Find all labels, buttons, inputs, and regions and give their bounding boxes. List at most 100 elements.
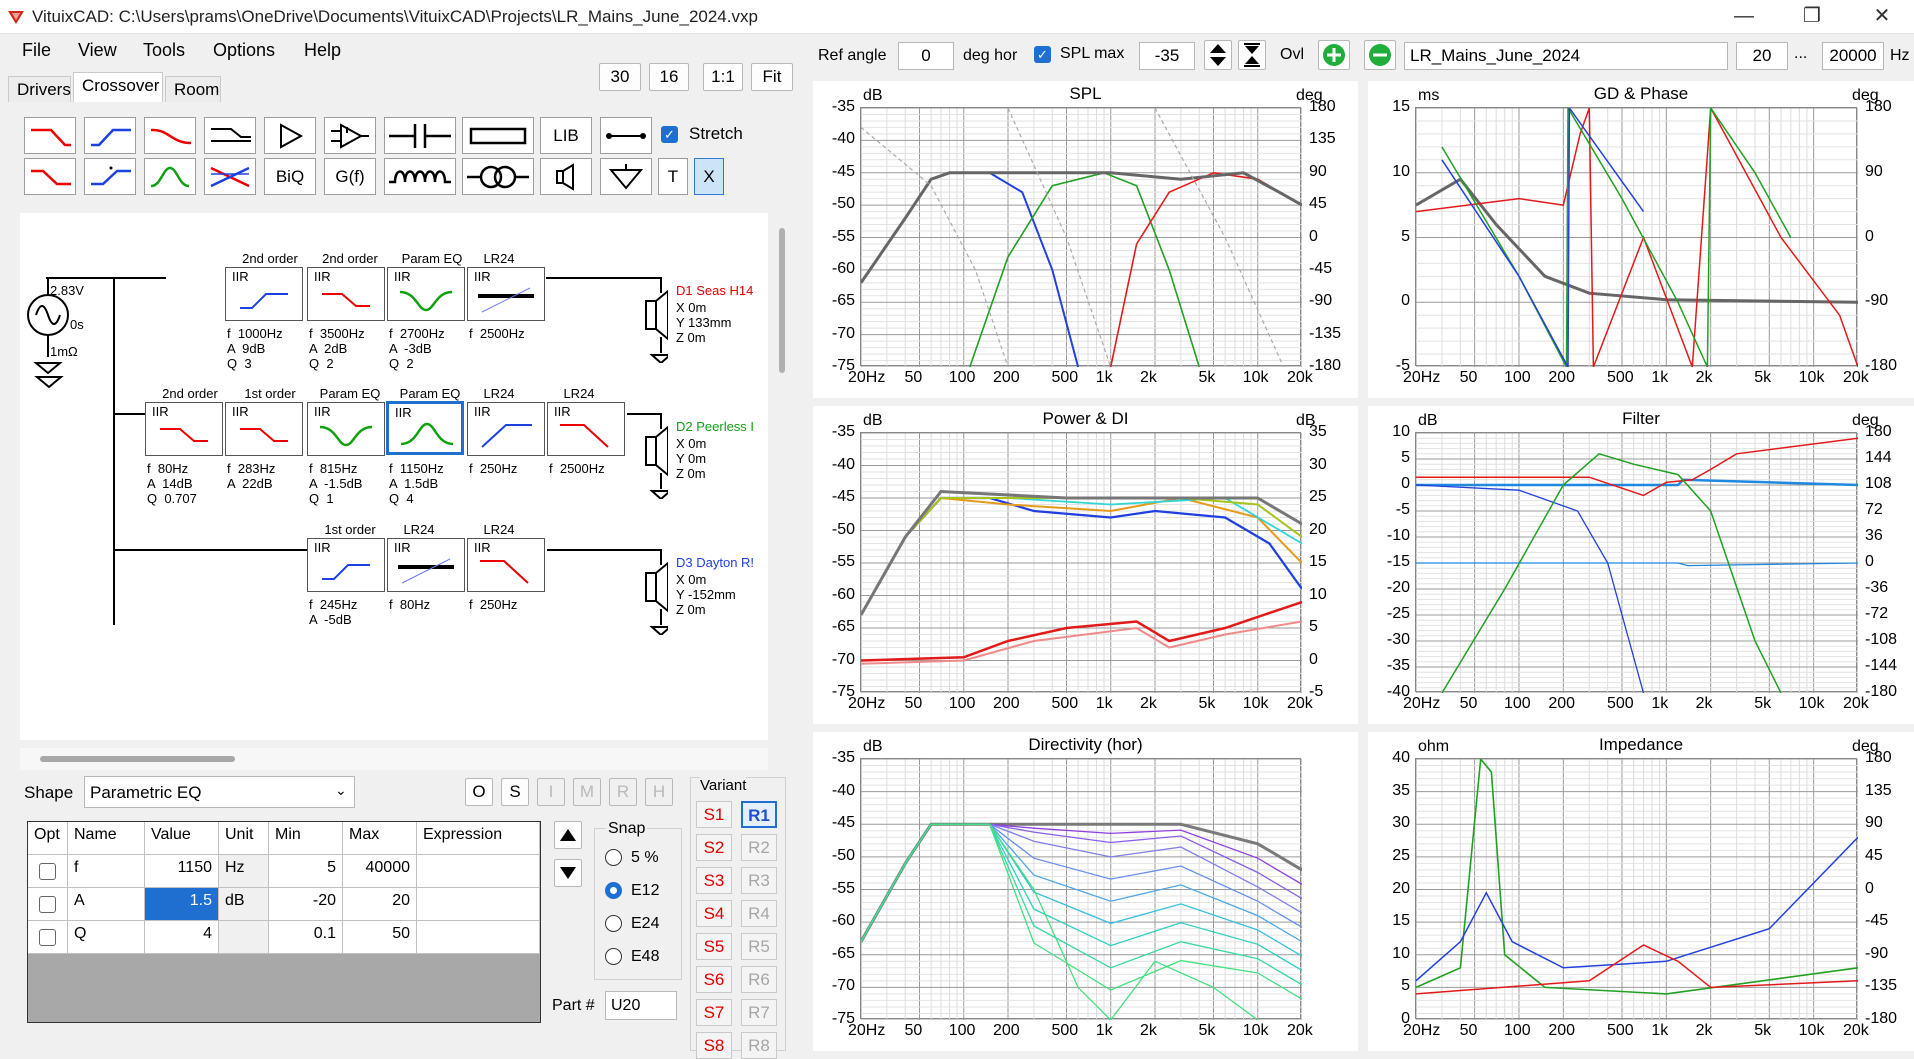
tab-crossover[interactable]: Crossover	[73, 72, 163, 102]
menu-options[interactable]: Options	[213, 40, 275, 61]
variant-s6-button[interactable]: S6	[696, 966, 732, 993]
highpass-blue-tool[interactable]	[84, 117, 136, 154]
buffer-tool[interactable]	[264, 117, 316, 154]
expr-cell[interactable]	[417, 921, 540, 954]
minimize-button[interactable]: —	[1718, 2, 1770, 32]
power-graph-panel[interactable]: Power & DI dB dB -35 -40 -45 -50 -55 -60 -65 -70 -7…	[813, 406, 1358, 724]
expr-cell[interactable]	[417, 888, 540, 921]
expr-cell[interactable]	[417, 855, 540, 888]
lib-tool[interactable]: LIB	[540, 117, 592, 154]
plot-area[interactable]	[860, 107, 1302, 367]
freq-max-input[interactable]	[1822, 42, 1884, 70]
min-cell[interactable]: 5	[269, 855, 343, 888]
impedance-graph-panel[interactable]: Impedance ohm deg 40 35 30 25 20 15 10 5 0 180 135 90 4…	[1368, 732, 1914, 1051]
lowpass1-red-tool[interactable]	[24, 158, 76, 195]
opamp-tool[interactable]	[324, 117, 376, 154]
lr24-lowpass-block[interactable]: IIR	[547, 402, 625, 456]
snap-5pct-radio[interactable]	[605, 849, 622, 866]
iir-lowpass-block[interactable]: IIR	[307, 267, 385, 321]
t-tool[interactable]: T	[658, 158, 688, 195]
add-overlay-button[interactable]	[1318, 40, 1350, 70]
lr24-block[interactable]: IIR	[387, 538, 465, 592]
opt-checkbox[interactable]	[39, 863, 56, 880]
menu-file[interactable]: File	[22, 40, 51, 61]
variant-s3-button[interactable]: S3	[696, 867, 732, 894]
horizontal-scrollbar-thumb[interactable]	[40, 756, 235, 762]
lr24-block[interactable]: IIR	[467, 267, 545, 321]
max-cell[interactable]: 40000	[343, 855, 417, 888]
close-button[interactable]: ✕	[1856, 2, 1908, 32]
delete-tool[interactable]	[204, 158, 256, 195]
tab-drivers[interactable]: Drivers	[8, 76, 71, 102]
inductor-tool[interactable]	[384, 158, 456, 195]
tab-room[interactable]: Room	[165, 76, 221, 102]
freq-min-input[interactable]	[1736, 42, 1788, 70]
o-button[interactable]: O	[465, 778, 493, 806]
param-eq-block-selected[interactable]: IIR	[386, 401, 464, 455]
opt-checkbox[interactable]	[39, 929, 56, 946]
vertical-scrollbar[interactable]	[779, 228, 785, 373]
iir-lowpass-block[interactable]: IIR	[145, 402, 223, 456]
stretch-checkbox[interactable]: ✓	[661, 126, 678, 143]
resistor-tool[interactable]	[462, 117, 534, 154]
zoom-range-button[interactable]	[1238, 40, 1266, 70]
filter-graph-panel[interactable]: Filter dB deg 10 5 0 -5 -10 -15 -20 -25 -30 -35 -40 18…	[1368, 406, 1914, 724]
value-cell[interactable]: 4	[145, 921, 219, 954]
variant-r6-button[interactable]: R6	[741, 966, 777, 993]
directivity-graph-panel[interactable]: Directivity (hor) dB -35 -40 -45 -50 -55 -60 -65…	[813, 732, 1358, 1051]
max-cell[interactable]: 50	[343, 921, 417, 954]
lr24-lowpass-block[interactable]: IIR	[467, 538, 545, 592]
min-cell[interactable]: 0.1	[269, 921, 343, 954]
wire-tool[interactable]	[600, 117, 652, 154]
project-name-input[interactable]	[1404, 42, 1728, 70]
value-cell[interactable]: 1150	[145, 855, 219, 888]
variant-r1-button[interactable]: R1	[741, 801, 777, 828]
variant-r4-button[interactable]: R4	[741, 900, 777, 927]
plot-area[interactable]	[1415, 432, 1858, 693]
part-number-input[interactable]	[605, 991, 677, 1020]
zoom-16-button[interactable]: 16	[649, 63, 689, 91]
snap-e48-radio[interactable]	[605, 948, 622, 965]
menu-help[interactable]: Help	[304, 40, 341, 61]
shelf-red-tool[interactable]	[144, 117, 196, 154]
s-button[interactable]: S	[501, 778, 529, 806]
remove-overlay-button[interactable]	[1364, 40, 1396, 70]
variant-r8-button[interactable]: R8	[741, 1032, 777, 1059]
iir-highpass-block[interactable]: IIR	[307, 538, 385, 592]
move-down-button[interactable]	[554, 859, 582, 887]
plot-area[interactable]	[1415, 758, 1858, 1020]
variant-s1-button[interactable]: S1	[696, 801, 732, 828]
zoom-30-button[interactable]: 30	[599, 63, 641, 91]
move-up-button[interactable]	[554, 821, 582, 849]
variant-r3-button[interactable]: R3	[741, 867, 777, 894]
transformer-tool[interactable]	[462, 158, 534, 195]
menu-tools[interactable]: Tools	[143, 40, 185, 61]
plot-area[interactable]	[1415, 107, 1858, 367]
h-button[interactable]: H	[645, 778, 673, 806]
capacitor-tool[interactable]	[384, 117, 456, 154]
allpass-tool[interactable]	[204, 117, 256, 154]
highpass1-blue-tool[interactable]	[84, 158, 136, 195]
param-eq-block[interactable]: IIR	[307, 402, 385, 456]
value-cell[interactable]: 1.5	[145, 888, 219, 921]
lowpass-red-tool[interactable]	[24, 117, 76, 154]
variant-s2-button[interactable]: S2	[696, 834, 732, 861]
spin-updown-button[interactable]	[1204, 40, 1232, 70]
variant-s4-button[interactable]: S4	[696, 900, 732, 927]
variant-r7-button[interactable]: R7	[741, 999, 777, 1026]
spl-max-checkbox[interactable]: ✓	[1034, 46, 1051, 63]
max-cell[interactable]: 20	[343, 888, 417, 921]
biquad-tool[interactable]: BiQ	[264, 158, 316, 195]
plot-area[interactable]	[860, 432, 1302, 693]
ground-tool[interactable]	[600, 158, 652, 195]
plot-area[interactable]	[860, 758, 1302, 1020]
driver-name[interactable]: D2 Peerless I	[676, 419, 754, 434]
zoom-fit-button[interactable]: Fit	[751, 63, 793, 91]
zoom-1to1-button[interactable]: 1:1	[703, 63, 743, 91]
snap-e12-radio[interactable]	[605, 882, 622, 899]
variant-r5-button[interactable]: R5	[741, 933, 777, 960]
m-button[interactable]: M	[573, 778, 601, 806]
driver-name[interactable]: D3 Dayton R!	[676, 555, 754, 570]
ref-angle-input[interactable]	[898, 42, 954, 70]
driver-tool[interactable]	[540, 158, 592, 195]
